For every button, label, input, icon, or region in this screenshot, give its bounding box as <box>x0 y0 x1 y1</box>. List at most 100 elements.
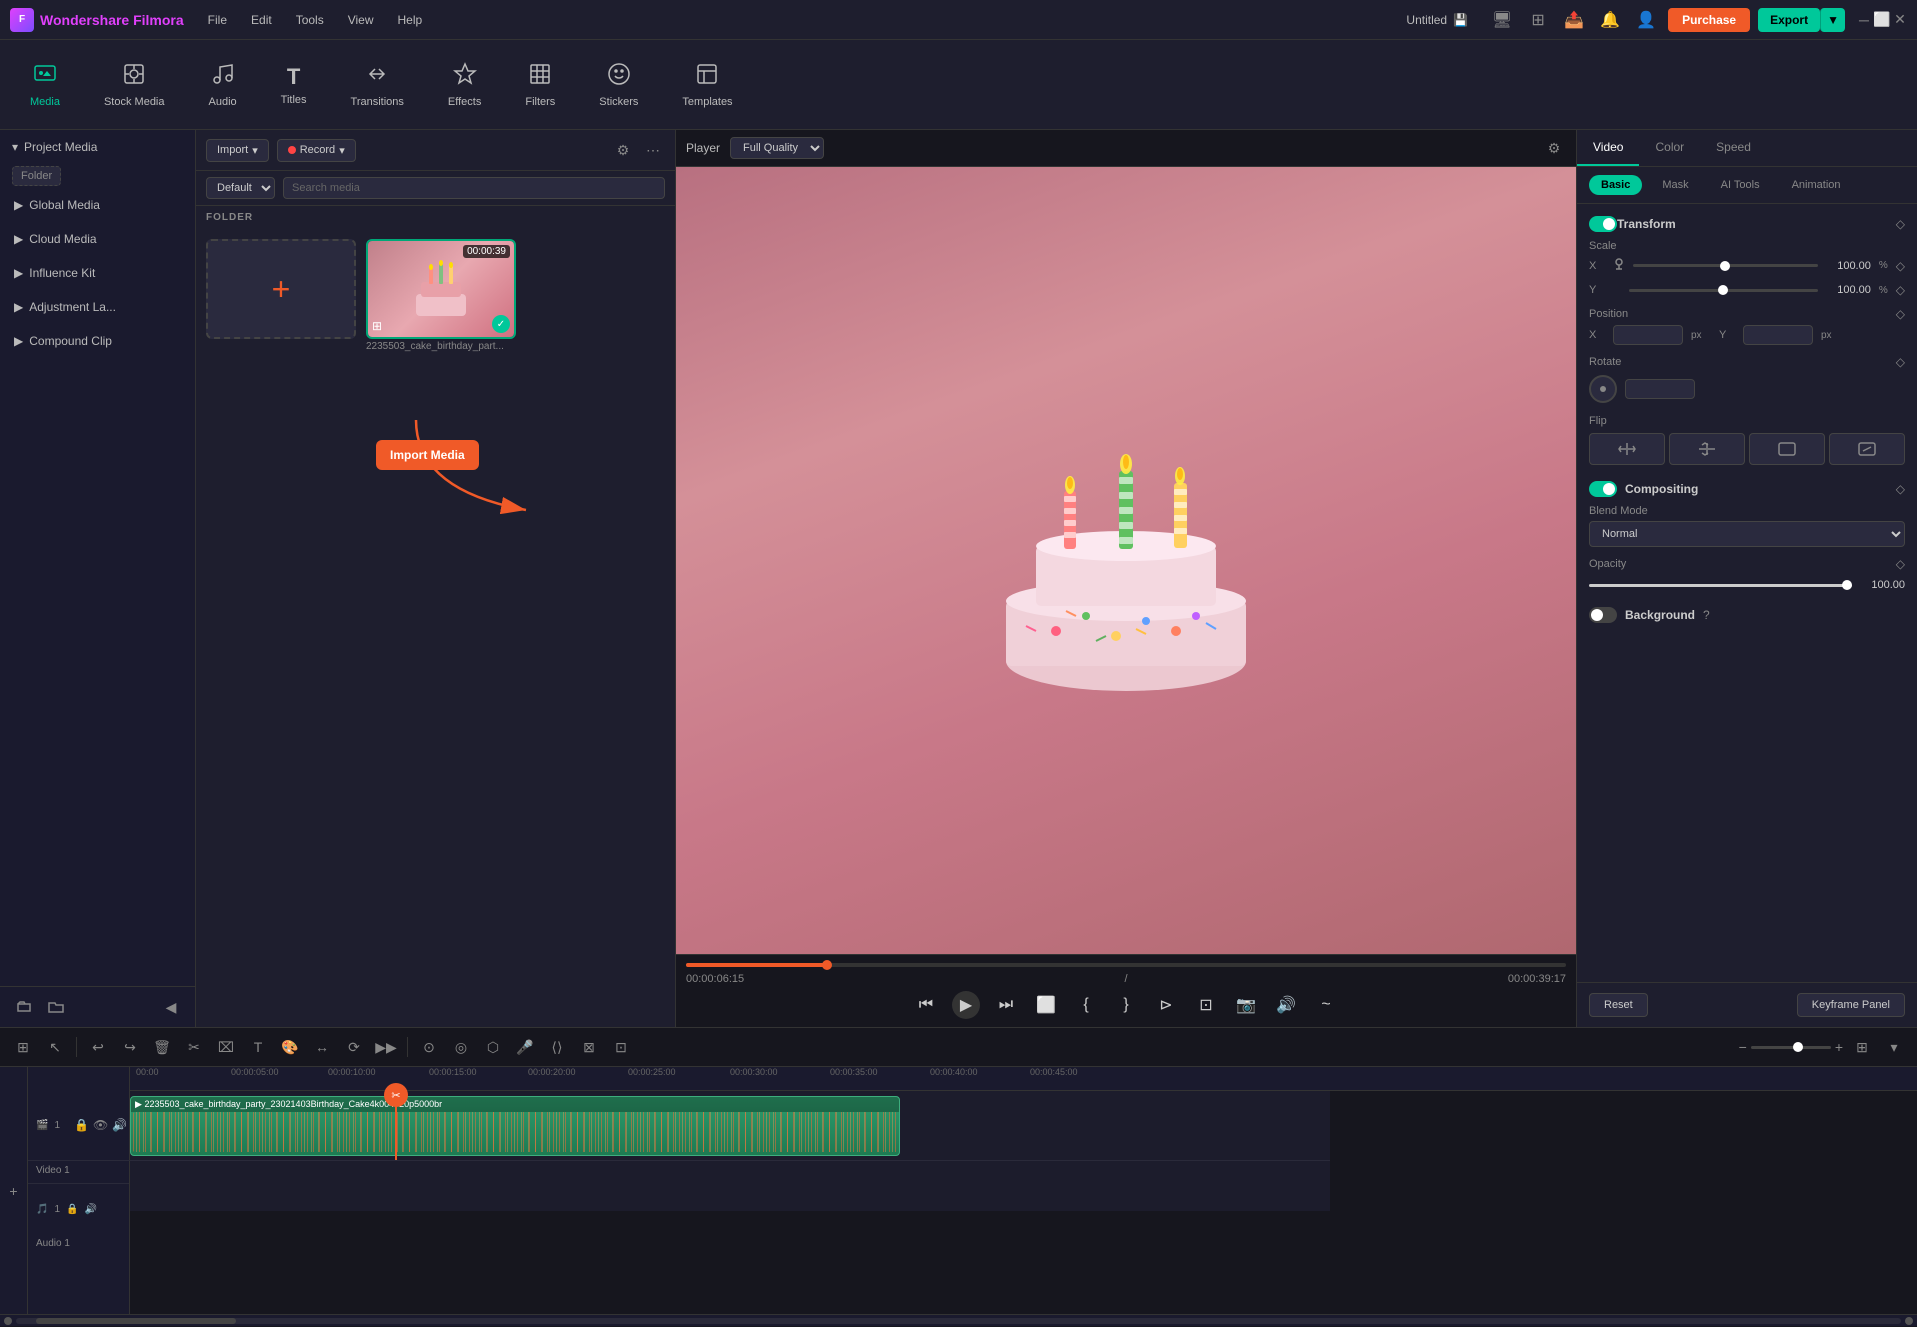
sidebar-folder-icon[interactable] <box>44 995 68 1019</box>
position-diamond[interactable]: ◇ <box>1896 307 1905 321</box>
tab-video[interactable]: Video <box>1577 130 1639 166</box>
tool-transitions[interactable]: Transitions <box>341 56 414 114</box>
sidebar-item-cloud-media[interactable]: ▶ Cloud Media <box>0 222 195 256</box>
tool-stock-media[interactable]: Stock Media <box>94 56 175 114</box>
tl-ai-icon[interactable]: ⟨⟩ <box>544 1034 570 1060</box>
progress-bar[interactable] <box>686 963 1566 967</box>
import-media-overlay-button[interactable]: Import Media <box>376 440 479 470</box>
sidebar-item-adjustment-layer[interactable]: ▶ Adjustment La... <box>0 290 195 324</box>
import-button[interactable]: Import ▾ <box>206 139 269 162</box>
tl-cut-icon[interactable]: ✂ <box>181 1034 207 1060</box>
tl-eye-icon[interactable]: 👁 <box>93 1118 108 1132</box>
opacity-diamond[interactable]: ◇ <box>1896 557 1905 571</box>
tl-audio-lock-icon[interactable]: 🔒 <box>66 1204 78 1215</box>
keyframe-panel-button[interactable]: Keyframe Panel <box>1797 993 1905 1017</box>
scale-x-slider[interactable] <box>1633 264 1818 267</box>
tl-undo-icon[interactable]: ↩ <box>85 1034 111 1060</box>
position-x-input[interactable]: 0.00 <box>1613 325 1683 345</box>
export-dropdown-button[interactable]: ▼ <box>1820 8 1845 32</box>
flip-corner-icon[interactable] <box>1829 433 1905 465</box>
screenshot-icon[interactable]: 📷 <box>1232 991 1260 1019</box>
minimize-button[interactable]: ─ <box>1857 13 1871 27</box>
tl-speed-icon[interactable]: ⟳ <box>341 1034 367 1060</box>
tl-zoom-out-icon[interactable]: − <box>1739 1039 1747 1055</box>
menu-tools[interactable]: Tools <box>292 9 328 31</box>
tl-add-video-track-icon[interactable]: + <box>9 1183 17 1199</box>
sub-tab-basic[interactable]: Basic <box>1589 175 1642 195</box>
tl-lock-icon[interactable]: 🔒 <box>74 1118 89 1132</box>
position-y-input[interactable]: 0.00 <box>1743 325 1813 345</box>
tl-filter-icon[interactable]: ◎ <box>448 1034 474 1060</box>
rotate-wheel[interactable] <box>1589 375 1617 403</box>
grid-icon[interactable]: ⊞ <box>1524 6 1552 34</box>
scale-link-icon[interactable] <box>1613 256 1625 275</box>
export-button[interactable]: Export <box>1758 8 1820 32</box>
tl-picture-in-picture-icon[interactable]: ⊡ <box>608 1034 634 1060</box>
prev-frame-button[interactable]: ⏮ <box>912 991 940 1019</box>
waveform-icon[interactable]: ~ <box>1312 991 1340 1019</box>
sidebar-folder-label[interactable]: Folder <box>12 166 61 186</box>
transform-expand-icon[interactable]: ◇ <box>1896 217 1905 231</box>
scrollbar-left-handle[interactable] <box>4 1317 12 1325</box>
filter-icon[interactable]: ⚙ <box>611 138 635 162</box>
project-save-icon[interactable]: 💾 <box>1453 13 1468 27</box>
progress-handle[interactable] <box>822 960 832 970</box>
purchase-button[interactable]: Purchase <box>1668 8 1750 32</box>
tl-ripple-icon[interactable]: ↔ <box>309 1034 335 1060</box>
tool-stickers[interactable]: Stickers <box>589 56 648 114</box>
person-icon[interactable]: 👤 <box>1632 6 1660 34</box>
sidebar-item-global-media[interactable]: ▶ Global Media <box>0 188 195 222</box>
tl-audio-mute-icon[interactable]: 🔊 <box>84 1204 96 1215</box>
opacity-slider[interactable] <box>1589 584 1852 587</box>
rotate-input[interactable]: 0.00° <box>1625 379 1695 399</box>
tl-delete-icon[interactable]: 🗑 <box>149 1034 175 1060</box>
tl-text-icon[interactable]: T <box>245 1034 271 1060</box>
tl-down-icon[interactable]: ▾ <box>1881 1034 1907 1060</box>
tl-voice-icon[interactable]: 🎤 <box>512 1034 538 1060</box>
volume-icon[interactable]: 🔊 <box>1272 991 1300 1019</box>
menu-view[interactable]: View <box>344 9 378 31</box>
bracket-left-icon[interactable]: { <box>1072 991 1100 1019</box>
sub-tab-animation[interactable]: Animation <box>1780 175 1853 195</box>
stop-button[interactable]: ⬜ <box>1032 991 1060 1019</box>
tl-redo-icon[interactable]: ↪ <box>117 1034 143 1060</box>
sidebar-project-media-header[interactable]: ▾ Project Media <box>0 130 195 164</box>
sidebar-collapse-icon[interactable]: ◀ <box>159 995 183 1019</box>
play-button[interactable]: ▶ <box>952 991 980 1019</box>
sub-tab-mask[interactable]: Mask <box>1650 175 1700 195</box>
scale-x-diamond[interactable]: ◇ <box>1896 259 1905 273</box>
tl-clip-icon[interactable]: ⬡ <box>480 1034 506 1060</box>
quality-select[interactable]: Full Quality <box>730 137 824 159</box>
tl-more-icon[interactable]: ▶▶ <box>373 1034 399 1060</box>
tool-titles[interactable]: T Titles <box>271 58 317 112</box>
tl-record-icon[interactable]: ⊙ <box>416 1034 442 1060</box>
tool-templates[interactable]: Templates <box>672 56 742 114</box>
media-clip-thumb[interactable]: 00:00:39 ⊞ ✓ <box>366 239 516 339</box>
rotate-diamond[interactable]: ◇ <box>1896 355 1905 369</box>
compositing-toggle[interactable] <box>1589 481 1617 497</box>
tl-color-icon[interactable]: 🎨 <box>277 1034 303 1060</box>
sidebar-add-folder-icon[interactable] <box>12 995 36 1019</box>
preview-settings-icon[interactable]: ⚙ <box>1542 136 1566 160</box>
tab-color[interactable]: Color <box>1639 130 1700 166</box>
tl-grid-icon[interactable]: ⊞ <box>1849 1034 1875 1060</box>
sidebar-item-compound-clip[interactable]: ▶ Compound Clip <box>0 324 195 358</box>
background-toggle[interactable] <box>1589 607 1617 623</box>
next-frame-button[interactable]: ⏭ <box>992 991 1020 1019</box>
tl-zoom-in-icon[interactable]: + <box>1835 1039 1843 1055</box>
sub-tab-ai-tools[interactable]: AI Tools <box>1709 175 1772 195</box>
tool-audio[interactable]: Audio <box>199 56 247 114</box>
scrollbar-thumb[interactable] <box>36 1318 236 1324</box>
flip-vertical-button[interactable] <box>1669 433 1745 465</box>
blend-mode-select[interactable]: Normal <box>1589 521 1905 547</box>
tool-filters[interactable]: Filters <box>515 56 565 114</box>
tl-select-icon[interactable]: ↖ <box>42 1034 68 1060</box>
tool-media[interactable]: Media <box>20 56 70 114</box>
maximize-button[interactable]: ⬜ <box>1875 13 1889 27</box>
clip-in-icon[interactable]: ⊳ <box>1152 991 1180 1019</box>
bell-icon[interactable]: 🔔 <box>1596 6 1624 34</box>
menu-edit[interactable]: Edit <box>247 9 276 31</box>
tl-audio-video-icon[interactable]: 🔊 <box>112 1118 127 1132</box>
fit-screen-icon[interactable]: ⊡ <box>1192 991 1220 1019</box>
flip-rect-icon[interactable] <box>1749 433 1825 465</box>
